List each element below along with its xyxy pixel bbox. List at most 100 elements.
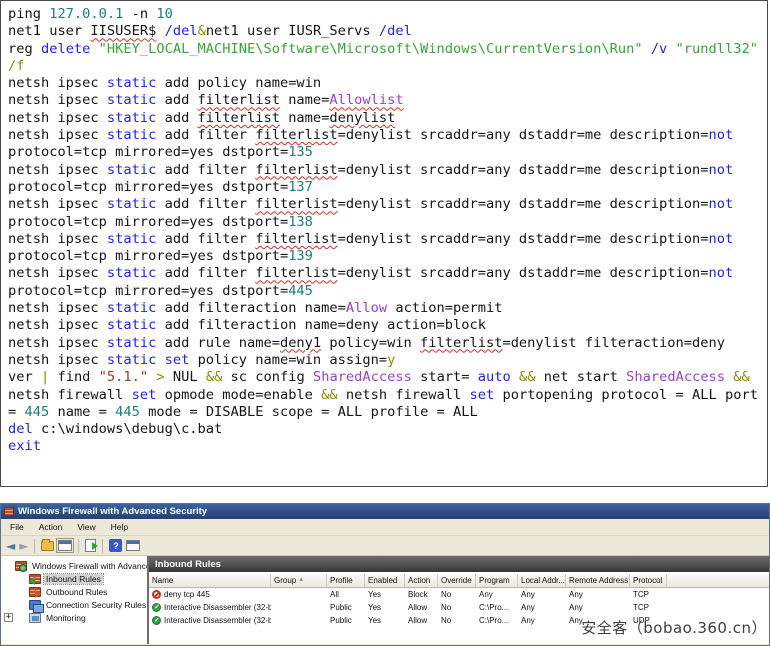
code-segment: y bbox=[387, 352, 395, 368]
code-segment: =denylist srcaddr=any dstaddr=me descrip… bbox=[338, 162, 709, 178]
menu-item-file[interactable]: File bbox=[10, 522, 24, 532]
column-header-program[interactable]: Program bbox=[476, 574, 518, 587]
code-segment: static bbox=[107, 127, 156, 143]
code-segment: IISUSER$ bbox=[90, 23, 156, 39]
code-segment: sc config bbox=[222, 369, 313, 385]
code-line: netsh ipsec static add filteraction name… bbox=[8, 300, 765, 317]
code-segment: "5.1." bbox=[99, 369, 148, 385]
window-titlebar[interactable]: Windows Firewall with Advanced Security bbox=[1, 504, 769, 519]
code-segment bbox=[90, 41, 98, 57]
toolbar-separator bbox=[78, 539, 79, 553]
code-segment: add filter bbox=[156, 162, 255, 178]
code-segment: add filteraction name= bbox=[156, 300, 346, 316]
rule-cell: Block bbox=[405, 590, 438, 599]
code-segment: netsh ipsec bbox=[8, 162, 107, 178]
code-segment: filterlist bbox=[255, 196, 337, 212]
rule-name: Interactive Disassembler (32-bi... bbox=[164, 616, 271, 625]
menu-item-help[interactable]: Help bbox=[111, 522, 128, 532]
menu-item-view[interactable]: View bbox=[77, 522, 95, 532]
tree-item-windows-firewall-with-advanced-s[interactable]: Windows Firewall with Advanced S bbox=[1, 559, 147, 572]
rule-row[interactable]: deny tcp 445AllYesBlockNoAnyAnyAnyTCP bbox=[149, 588, 769, 601]
code-segment: auto bbox=[478, 369, 511, 385]
menu-item-action[interactable]: Action bbox=[39, 522, 63, 532]
inbound-icon bbox=[29, 574, 41, 584]
code-segment: && bbox=[733, 369, 749, 385]
code-line: ping 127.0.0.1 -n 10 bbox=[8, 6, 765, 23]
column-header-local-addr[interactable]: Local Addr... bbox=[518, 574, 566, 587]
code-segment: > bbox=[156, 369, 164, 385]
column-header-profile[interactable]: Profile bbox=[327, 574, 365, 587]
tree-item-label: Outbound Rules bbox=[44, 587, 109, 597]
code-segment: netsh ipsec bbox=[8, 75, 107, 91]
code-segment: 445 bbox=[115, 404, 140, 420]
code-segment: add bbox=[156, 92, 197, 108]
code-segment: /v bbox=[651, 41, 667, 57]
code-segment: filterlist bbox=[198, 92, 280, 108]
code-line: ver | find "5.1." > NUL && sc config Sha… bbox=[8, 369, 765, 386]
console-tree: Windows Firewall with Advanced SInbound … bbox=[1, 556, 149, 644]
tree-item-outbound-rules[interactable]: Outbound Rules bbox=[1, 585, 147, 598]
code-segment: -n bbox=[123, 6, 156, 22]
column-header-override[interactable]: Override bbox=[438, 574, 476, 587]
code-segment: && bbox=[321, 387, 337, 403]
console-tree-toggle-icon[interactable] bbox=[58, 540, 72, 551]
rule-cell: No bbox=[438, 590, 476, 599]
tree-item-inbound-rules[interactable]: Inbound Rules bbox=[1, 572, 147, 585]
export-list-icon[interactable] bbox=[85, 539, 96, 552]
column-header-action[interactable]: Action bbox=[405, 574, 438, 587]
code-segment: static bbox=[107, 300, 156, 316]
column-header-enabled[interactable]: Enabled bbox=[365, 574, 405, 587]
up-folder-icon[interactable] bbox=[41, 541, 54, 551]
firewall-app-icon bbox=[4, 507, 14, 516]
help-icon[interactable]: ? bbox=[109, 539, 122, 552]
code-segment: set bbox=[470, 387, 495, 403]
code-segment: =denylist filteraction=deny bbox=[502, 335, 725, 351]
forward-icon[interactable]: ► bbox=[19, 540, 28, 552]
code-segment: net1 user bbox=[8, 23, 90, 39]
column-header-protocol[interactable]: Protocol bbox=[630, 574, 667, 587]
column-header-filler bbox=[667, 574, 769, 587]
code-line: netsh ipsec static set policy name=win a… bbox=[8, 352, 765, 369]
code-segment: && bbox=[206, 369, 222, 385]
code-segment: not bbox=[708, 196, 733, 212]
code-segment: policy=win bbox=[321, 335, 420, 351]
code-segment: SharedAccess bbox=[626, 369, 725, 385]
code-line: netsh ipsec static add filterlist name=A… bbox=[8, 92, 765, 109]
code-segment bbox=[511, 369, 519, 385]
column-header-remote-address[interactable]: Remote Address bbox=[566, 574, 630, 587]
column-header-name[interactable]: Name bbox=[149, 574, 271, 587]
column-header-group[interactable]: Group▲ bbox=[271, 574, 327, 587]
code-segment: netsh ipsec bbox=[8, 231, 107, 247]
code-segment: /del bbox=[165, 23, 198, 39]
code-segment: exit bbox=[8, 438, 41, 454]
code-line: protocol=tcp mirrored=yes dstport=137 bbox=[8, 179, 765, 196]
rule-row[interactable]: Interactive Disassembler (32-bi...Public… bbox=[149, 601, 769, 614]
code-segment: protocol=tcp mirrored=yes dstport= bbox=[8, 283, 288, 299]
allow-rule-icon bbox=[152, 603, 161, 612]
code-segment: netsh ipsec bbox=[8, 196, 107, 212]
expand-icon[interactable]: + bbox=[4, 613, 13, 622]
code-segment: add filter bbox=[156, 265, 255, 281]
code-segment bbox=[667, 41, 675, 57]
code-segment: netsh ipsec bbox=[8, 127, 107, 143]
action-pane-toggle-icon[interactable] bbox=[126, 540, 140, 551]
code-segment: reg bbox=[8, 41, 41, 57]
rule-cell: Yes bbox=[365, 616, 405, 625]
code-segment: set bbox=[165, 352, 190, 368]
column-header-label: Override bbox=[441, 576, 472, 587]
tree-item-monitoring[interactable]: +Monitoring bbox=[1, 611, 147, 624]
code-segment: 135 bbox=[288, 144, 313, 160]
code-segment: portopening protocol = ALL port bbox=[494, 387, 758, 403]
code-line: netsh ipsec static add filter filterlist… bbox=[8, 231, 765, 248]
back-icon[interactable]: ◄ bbox=[6, 540, 15, 552]
code-segment: add filter bbox=[156, 127, 255, 143]
code-segment: filterlist bbox=[255, 265, 337, 281]
code-segment: = bbox=[8, 404, 24, 420]
tree-item-connection-security-rules[interactable]: Connection Security Rules bbox=[1, 598, 147, 611]
code-segment: delete bbox=[41, 41, 90, 57]
results-pane-header: Inbound Rules bbox=[149, 556, 769, 572]
code-segment bbox=[643, 41, 651, 57]
code-segment: static bbox=[107, 92, 156, 108]
code-line: protocol=tcp mirrored=yes dstport=138 bbox=[8, 214, 765, 231]
code-segment: 138 bbox=[288, 214, 313, 230]
